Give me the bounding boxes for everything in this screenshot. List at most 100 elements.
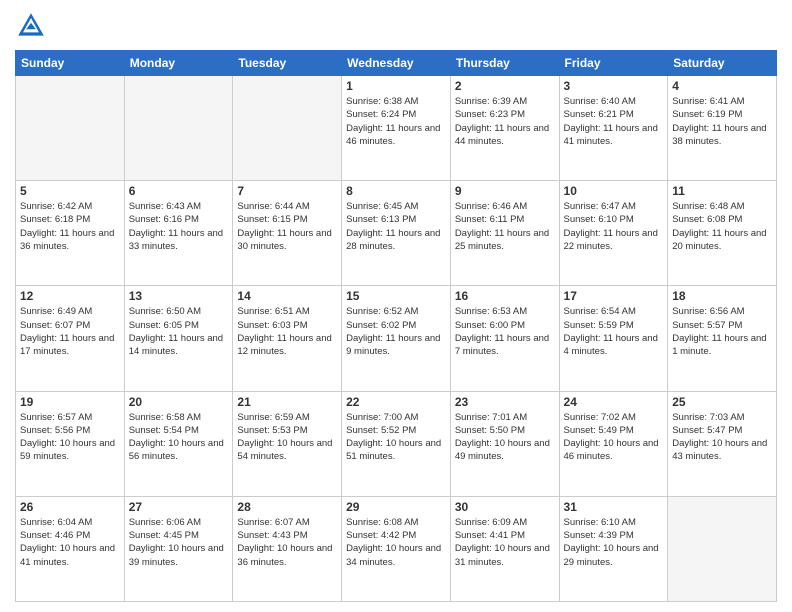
day-number: 4 xyxy=(672,79,772,93)
day-cell: 29 Sunrise: 6:08 AMSunset: 4:42 PMDayligh… xyxy=(342,496,451,601)
day-cell: 6Sunrise: 6:43 AMSunset: 6:16 PMDaylight… xyxy=(124,181,233,286)
day-info: Sunrise: 6:52 AMSunset: 6:02 PMDaylight:… xyxy=(346,305,446,358)
day-number: 13 xyxy=(129,289,229,303)
day-info: Sunrise: 7:03 AMSunset: 5:47 PMDaylight:… xyxy=(672,411,772,464)
day-number: 7 xyxy=(237,184,337,198)
day-cell: 21 Sunrise: 6:59 AMSunset: 5:53 PMDayligh… xyxy=(233,391,342,496)
day-number: 21 xyxy=(237,395,337,409)
day-number: 22 xyxy=(346,395,446,409)
day-number: 11 xyxy=(672,184,772,198)
day-number: 29 xyxy=(346,500,446,514)
day-cell: 30Sunrise: 6:09 AMSunset: 4:41 PMDayligh… xyxy=(450,496,559,601)
week-row-1: 1 Sunrise: 6:38 AMSunset: 6:24 PMDaylight… xyxy=(16,76,777,181)
day-number: 16 xyxy=(455,289,555,303)
day-number: 19 xyxy=(20,395,120,409)
day-number: 3 xyxy=(564,79,664,93)
weekday-header-row: SundayMondayTuesdayWednesdayThursdayFrid… xyxy=(16,51,777,76)
day-info: Sunrise: 7:02 AMSunset: 5:49 PMDaylight:… xyxy=(564,411,664,464)
day-info: Sunrise: 6:53 AMSunset: 6:00 PMDaylight:… xyxy=(455,305,555,358)
day-info: Sunrise: 6:08 AMSunset: 4:42 PMDaylight:… xyxy=(346,516,446,569)
day-info: Sunrise: 6:57 AMSunset: 5:56 PMDaylight:… xyxy=(20,411,120,464)
day-info: Sunrise: 6:50 AMSunset: 6:05 PMDaylight:… xyxy=(129,305,229,358)
day-info: Sunrise: 6:59 AMSunset: 5:53 PMDaylight:… xyxy=(237,411,337,464)
day-info: Sunrise: 6:51 AMSunset: 6:03 PMDaylight:… xyxy=(237,305,337,358)
day-cell: 12Sunrise: 6:49 AMSunset: 6:07 PMDayligh… xyxy=(16,286,125,391)
day-number: 9 xyxy=(455,184,555,198)
day-cell: 2Sunrise: 6:39 AMSunset: 6:23 PMDaylight… xyxy=(450,76,559,181)
week-row-3: 12Sunrise: 6:49 AMSunset: 6:07 PMDayligh… xyxy=(16,286,777,391)
day-info: Sunrise: 6:46 AMSunset: 6:11 PMDaylight:… xyxy=(455,200,555,253)
day-info: Sunrise: 7:01 AMSunset: 5:50 PMDaylight:… xyxy=(455,411,555,464)
day-cell: 1 Sunrise: 6:38 AMSunset: 6:24 PMDaylight… xyxy=(342,76,451,181)
day-info: Sunrise: 6:45 AMSunset: 6:13 PMDaylight:… xyxy=(346,200,446,253)
day-number: 1 xyxy=(346,79,446,93)
weekday-header-tuesday: Tuesday xyxy=(233,51,342,76)
day-number: 26 xyxy=(20,500,120,514)
day-number: 28 xyxy=(237,500,337,514)
day-info: Sunrise: 6:54 AMSunset: 5:59 PMDaylight:… xyxy=(564,305,664,358)
day-cell xyxy=(124,76,233,181)
day-cell: 8 Sunrise: 6:45 AMSunset: 6:13 PMDaylight… xyxy=(342,181,451,286)
day-cell: 25Sunrise: 7:03 AMSunset: 5:47 PMDayligh… xyxy=(668,391,777,496)
day-cell: 10 Sunrise: 6:47 AMSunset: 6:10 PMDayligh… xyxy=(559,181,668,286)
week-row-2: 5Sunrise: 6:42 AMSunset: 6:18 PMDaylight… xyxy=(16,181,777,286)
day-cell: 24 Sunrise: 7:02 AMSunset: 5:49 PMDayligh… xyxy=(559,391,668,496)
header xyxy=(15,10,777,42)
day-cell: 3Sunrise: 6:40 AMSunset: 6:21 PMDaylight… xyxy=(559,76,668,181)
day-info: Sunrise: 6:10 AMSunset: 4:39 PMDaylight:… xyxy=(564,516,664,569)
day-cell: 14Sunrise: 6:51 AMSunset: 6:03 PMDayligh… xyxy=(233,286,342,391)
day-number: 10 xyxy=(564,184,664,198)
day-cell: 19 Sunrise: 6:57 AMSunset: 5:56 PMDayligh… xyxy=(16,391,125,496)
day-info: Sunrise: 6:47 AMSunset: 6:10 PMDaylight:… xyxy=(564,200,664,253)
weekday-header-thursday: Thursday xyxy=(450,51,559,76)
page: SundayMondayTuesdayWednesdayThursdayFrid… xyxy=(0,0,792,612)
day-cell: 26 Sunrise: 6:04 AMSunset: 4:46 PMDayligh… xyxy=(16,496,125,601)
day-cell: 5Sunrise: 6:42 AMSunset: 6:18 PMDaylight… xyxy=(16,181,125,286)
day-number: 15 xyxy=(346,289,446,303)
day-number: 24 xyxy=(564,395,664,409)
day-cell xyxy=(233,76,342,181)
weekday-header-sunday: Sunday xyxy=(16,51,125,76)
day-cell: 7 Sunrise: 6:44 AMSunset: 6:15 PMDaylight… xyxy=(233,181,342,286)
logo-icon xyxy=(15,10,47,42)
day-cell: 22 Sunrise: 7:00 AMSunset: 5:52 PMDayligh… xyxy=(342,391,451,496)
day-number: 20 xyxy=(129,395,229,409)
day-info: Sunrise: 6:44 AMSunset: 6:15 PMDaylight:… xyxy=(237,200,337,253)
day-number: 17 xyxy=(564,289,664,303)
day-cell: 9 Sunrise: 6:46 AMSunset: 6:11 PMDaylight… xyxy=(450,181,559,286)
day-cell: 4 Sunrise: 6:41 AMSunset: 6:19 PMDaylight… xyxy=(668,76,777,181)
weekday-header-friday: Friday xyxy=(559,51,668,76)
day-number: 8 xyxy=(346,184,446,198)
day-info: Sunrise: 6:49 AMSunset: 6:07 PMDaylight:… xyxy=(20,305,120,358)
day-cell: 15 Sunrise: 6:52 AMSunset: 6:02 PMDayligh… xyxy=(342,286,451,391)
day-info: Sunrise: 7:00 AMSunset: 5:52 PMDaylight:… xyxy=(346,411,446,464)
day-number: 31 xyxy=(564,500,664,514)
day-cell: 27Sunrise: 6:06 AMSunset: 4:45 PMDayligh… xyxy=(124,496,233,601)
day-cell: 11 Sunrise: 6:48 AMSunset: 6:08 PMDayligh… xyxy=(668,181,777,286)
day-cell xyxy=(668,496,777,601)
day-info: Sunrise: 6:48 AMSunset: 6:08 PMDaylight:… xyxy=(672,200,772,253)
weekday-header-monday: Monday xyxy=(124,51,233,76)
day-cell: 28 Sunrise: 6:07 AMSunset: 4:43 PMDayligh… xyxy=(233,496,342,601)
day-number: 30 xyxy=(455,500,555,514)
day-cell: 16 Sunrise: 6:53 AMSunset: 6:00 PMDayligh… xyxy=(450,286,559,391)
day-info: Sunrise: 6:41 AMSunset: 6:19 PMDaylight:… xyxy=(672,95,772,148)
week-row-5: 26 Sunrise: 6:04 AMSunset: 4:46 PMDayligh… xyxy=(16,496,777,601)
day-info: Sunrise: 6:43 AMSunset: 6:16 PMDaylight:… xyxy=(129,200,229,253)
day-number: 18 xyxy=(672,289,772,303)
day-cell: 17 Sunrise: 6:54 AMSunset: 5:59 PMDayligh… xyxy=(559,286,668,391)
weekday-header-wednesday: Wednesday xyxy=(342,51,451,76)
week-row-4: 19 Sunrise: 6:57 AMSunset: 5:56 PMDayligh… xyxy=(16,391,777,496)
day-number: 5 xyxy=(20,184,120,198)
logo xyxy=(15,10,51,42)
day-info: Sunrise: 6:04 AMSunset: 4:46 PMDaylight:… xyxy=(20,516,120,569)
day-info: Sunrise: 6:58 AMSunset: 5:54 PMDaylight:… xyxy=(129,411,229,464)
day-number: 2 xyxy=(455,79,555,93)
day-cell: 23Sunrise: 7:01 AMSunset: 5:50 PMDayligh… xyxy=(450,391,559,496)
day-info: Sunrise: 6:07 AMSunset: 4:43 PMDaylight:… xyxy=(237,516,337,569)
day-info: Sunrise: 6:38 AMSunset: 6:24 PMDaylight:… xyxy=(346,95,446,148)
day-cell: 18Sunrise: 6:56 AMSunset: 5:57 PMDayligh… xyxy=(668,286,777,391)
day-number: 27 xyxy=(129,500,229,514)
calendar-table: SundayMondayTuesdayWednesdayThursdayFrid… xyxy=(15,50,777,602)
day-cell: 20 Sunrise: 6:58 AMSunset: 5:54 PMDayligh… xyxy=(124,391,233,496)
